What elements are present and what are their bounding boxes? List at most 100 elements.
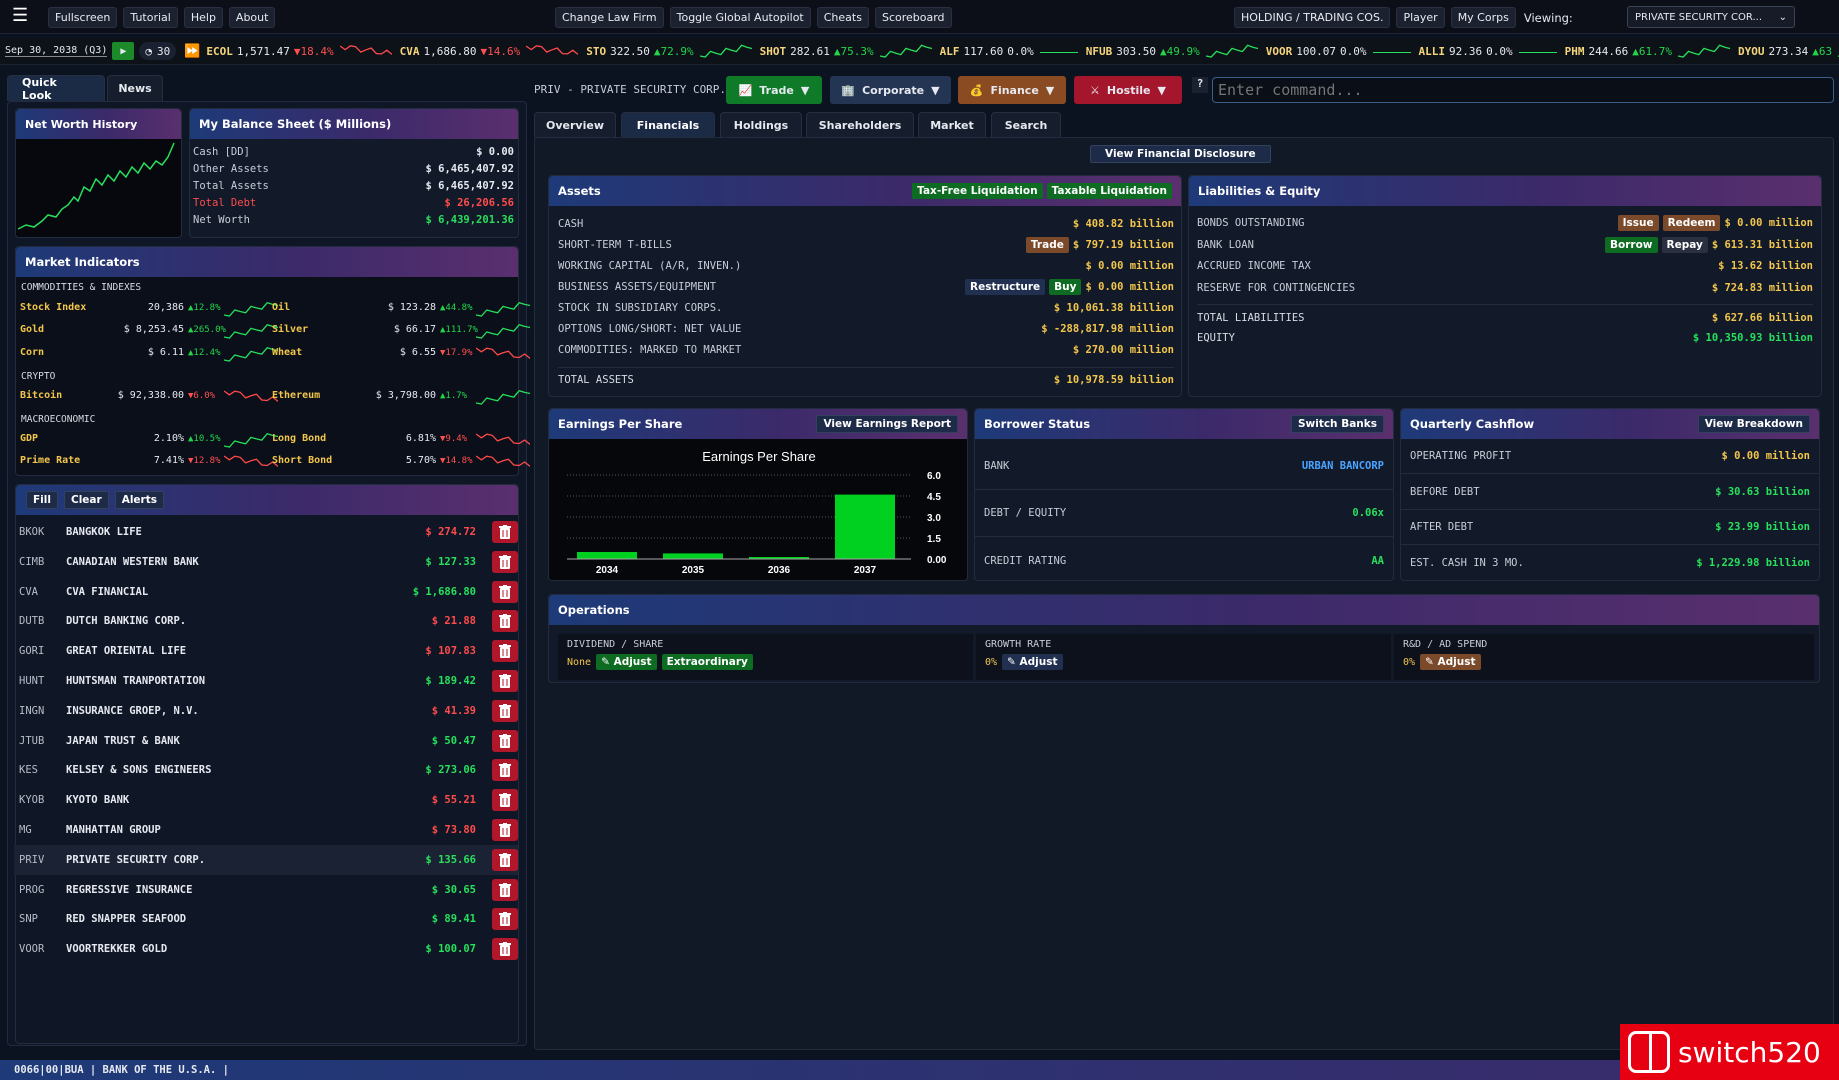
my-corps-button[interactable]: My Corps xyxy=(1450,7,1516,28)
trash-icon[interactable] xyxy=(492,670,518,692)
ticker-item[interactable]: PHM 244.66 ▲61.7% xyxy=(1565,42,1731,61)
row-label: COMMODITIES: MARKED TO MARKET xyxy=(558,344,742,356)
extraordinary-button[interactable]: Extraordinary xyxy=(661,654,753,670)
trash-icon[interactable] xyxy=(492,878,518,901)
trade-menu-button[interactable]: 📈 Trade ▼ xyxy=(726,76,822,104)
view-earnings-report-button[interactable]: View Earnings Report xyxy=(816,415,958,433)
ticker-item[interactable]: VOOR 100.07 0.0% xyxy=(1266,45,1411,58)
change-law-firm-button[interactable]: Change Law Firm xyxy=(555,7,664,28)
trash-icon[interactable] xyxy=(492,908,518,931)
ticker-item[interactable]: SHOT 282.61 ▲75.3% xyxy=(760,42,932,61)
tab-search[interactable]: Search xyxy=(991,112,1061,138)
trash-icon[interactable] xyxy=(492,699,518,722)
growth-adjust-button[interactable]: ✎ Adjust xyxy=(1002,654,1063,670)
trash-icon[interactable] xyxy=(492,759,518,782)
watchlist-row[interactable]: CIMB CANADIAN WESTERN BANK $ 127.33 xyxy=(14,547,518,577)
dividend-adjust-button[interactable]: ✎ Adjust xyxy=(596,654,657,670)
fullscreen-button[interactable]: Fullscreen xyxy=(48,7,118,28)
watch-name: CVA FINANCIAL xyxy=(66,585,149,598)
eps-bar xyxy=(663,553,723,559)
watchlist-row[interactable]: INGN INSURANCE GROEP, N.V. $ 41.39 xyxy=(14,696,518,726)
trash-icon[interactable] xyxy=(492,640,518,663)
fill-button[interactable]: Fill xyxy=(26,491,58,509)
ticker-item[interactable]: ALLI 92.36 0.0% xyxy=(1419,45,1557,58)
tab-news[interactable]: News xyxy=(107,75,163,101)
trash-icon[interactable] xyxy=(492,938,518,961)
hamburger-menu-icon[interactable]: ☰ xyxy=(12,6,36,26)
tab-overview[interactable]: Overview xyxy=(534,112,616,138)
tab-quick-look[interactable]: Quick Look xyxy=(7,75,105,102)
holding-trading-button[interactable]: HOLDING / TRADING COS. xyxy=(1234,7,1391,28)
command-input[interactable] xyxy=(1212,77,1834,103)
market-indicators-title: Market Indicators xyxy=(16,247,518,277)
finance-menu-button[interactable]: 💰 Finance ▼ xyxy=(958,76,1066,104)
trash-icon[interactable] xyxy=(492,521,518,543)
tab-holdings[interactable]: Holdings xyxy=(720,112,802,138)
watchlist-row[interactable]: DUTB DUTCH BANKING CORP. $ 21.88 xyxy=(14,606,518,636)
ticker-item[interactable]: ECOL 1,571.47 ▼18.4% xyxy=(206,42,393,61)
trash-icon[interactable] xyxy=(492,848,518,871)
toggle-autopilot-button[interactable]: Toggle Global Autopilot xyxy=(669,7,811,28)
trash-icon[interactable] xyxy=(492,789,518,812)
ticker-item[interactable]: DYOU 273.34 ▲63 xyxy=(1738,42,1839,61)
ticker-item[interactable]: ALF 117.60 0.0% xyxy=(940,45,1078,58)
corporate-menu-button[interactable]: 🏢 Corporate ▼ xyxy=(830,76,951,104)
help-button[interactable]: Help xyxy=(183,7,223,28)
trash-icon[interactable] xyxy=(492,610,518,633)
player-button[interactable]: Player xyxy=(1396,7,1445,28)
rd-adjust-button[interactable]: ✎ Adjust xyxy=(1420,654,1481,670)
watch-symbol: HUNT xyxy=(19,675,45,687)
trash-icon[interactable] xyxy=(492,729,518,752)
repay-button[interactable]: Repay xyxy=(1661,236,1708,253)
restructure-button[interactable]: Restructure xyxy=(965,279,1046,295)
watchlist-row[interactable]: JTUB JAPAN TRUST & BANK $ 50.47 xyxy=(14,726,518,756)
watchlist-row[interactable]: KES KELSEY & SONS ENGINEERS $ 273.06 xyxy=(14,755,518,785)
tutorial-button[interactable]: Tutorial xyxy=(123,7,178,28)
help-question-button[interactable]: ? xyxy=(1192,77,1208,93)
tab-shareholders[interactable]: Shareholders xyxy=(806,112,914,138)
taxable-liquidation-button[interactable]: Taxable Liquidation xyxy=(1046,183,1172,199)
clear-button[interactable]: Clear xyxy=(63,491,109,509)
equity-row: EQUITY $ 10,350.93 billion xyxy=(1197,328,1813,348)
hostile-menu-button[interactable]: ⚔ Hostile ▼ xyxy=(1074,76,1182,104)
trash-icon[interactable] xyxy=(492,580,518,603)
scoreboard-button[interactable]: Scoreboard xyxy=(874,7,952,28)
ticker-spark-line xyxy=(699,44,752,58)
trash-icon[interactable] xyxy=(492,550,518,573)
watchlist-row[interactable]: MG MANHATTAN GROUP $ 73.80 xyxy=(14,815,518,845)
watchlist-row[interactable]: PROG REGRESSIVE INSURANCE $ 30.65 xyxy=(14,875,518,905)
speed-control[interactable]: ◔ 30 xyxy=(139,42,177,60)
watchlist-row[interactable]: SNP RED SNAPPER SEAFOOD $ 89.41 xyxy=(14,904,518,934)
watchlist-row[interactable]: CVA CVA FINANCIAL $ 1,686.80 xyxy=(14,577,518,607)
cheats-button[interactable]: Cheats xyxy=(816,7,869,28)
balance-value: $ 6,465,407.92 xyxy=(425,179,514,192)
tab-market[interactable]: Market xyxy=(918,112,986,138)
fast-forward-icon[interactable]: ⏩ xyxy=(184,44,200,59)
watchlist-row[interactable]: GORI GREAT ORIENTAL LIFE $ 107.83 xyxy=(14,636,518,666)
watchlist-row[interactable]: HUNT HUNTSMAN TRANPORTATION $ 189.42 xyxy=(14,666,518,696)
issue-button[interactable]: Issue xyxy=(1617,215,1659,231)
trash-icon[interactable] xyxy=(492,819,518,841)
watch-price: $ 1,686.80 xyxy=(412,585,476,598)
watchlist-row[interactable]: KYOB KYOTO BANK $ 55.21 xyxy=(14,785,518,815)
alerts-button[interactable]: Alerts xyxy=(114,491,164,509)
switch-banks-button[interactable]: Switch Banks xyxy=(1290,415,1384,433)
ticker-item[interactable]: STO 322.50 ▲72.9% xyxy=(586,42,752,61)
watchlist-row[interactable]: PRIV PRIVATE SECURITY CORP. $ 135.66 xyxy=(14,844,518,875)
watchlist-row[interactable]: BKOK BANGKOK LIFE $ 274.72 xyxy=(14,517,518,547)
play-icon[interactable]: ▶ xyxy=(112,42,135,60)
ticker-item[interactable]: CVA 1,686.80 ▼14.6% xyxy=(400,42,579,61)
trade-button[interactable]: Trade xyxy=(1025,237,1069,253)
tab-financials[interactable]: Financials xyxy=(621,112,715,138)
row-right: $ 13.62 billion xyxy=(1718,260,1813,272)
viewing-select[interactable]: PRIVATE SECURITY COR... ⌄ xyxy=(1627,6,1795,28)
about-button[interactable]: About xyxy=(228,7,276,28)
watchlist-row[interactable]: VOOR VOORTREKKER GOLD $ 100.07 xyxy=(14,934,518,964)
view-breakdown-button[interactable]: View Breakdown xyxy=(1697,415,1810,433)
ticker-item[interactable]: NFUB 303.50 ▲49.9% xyxy=(1086,42,1258,61)
tax-free-liquidation-button[interactable]: Tax-Free Liquidation xyxy=(912,183,1043,199)
redeem-button[interactable]: Redeem xyxy=(1662,215,1721,231)
borrow-button[interactable]: Borrow xyxy=(1605,236,1658,253)
view-financial-disclosure-button[interactable]: View Financial Disclosure xyxy=(1090,145,1271,163)
buy-button[interactable]: Buy xyxy=(1049,279,1082,295)
